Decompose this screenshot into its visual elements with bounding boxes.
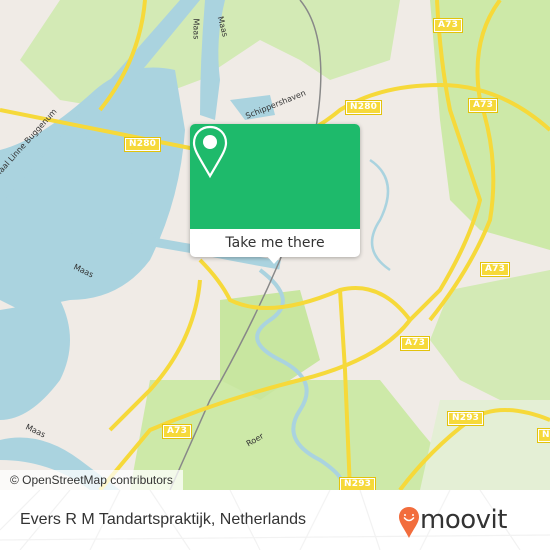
road-label-n280: N280: [344, 100, 383, 115]
road-label-n293: N293: [338, 477, 377, 490]
popup-header: [190, 124, 360, 229]
road-label-n280: N280: [123, 137, 162, 152]
moovit-wordmark: moovit: [420, 505, 507, 535]
road-label-a73: A73: [161, 424, 193, 439]
stream: [369, 158, 391, 272]
footer: Evers R M Tandartspraktijk, Netherlands …: [0, 490, 550, 550]
road-label-a73: A73: [399, 336, 431, 351]
location-pin-icon: [192, 125, 228, 179]
map[interactable]: A73 N280 N280 A73 A73 A73 A73 N293 N293 …: [0, 0, 550, 490]
place-name: Evers R M Tandartspraktijk, Netherlands: [20, 511, 307, 528]
lake: [0, 300, 70, 420]
road-label-a73: A73: [432, 18, 464, 33]
moovit-pin-smile-icon: [399, 507, 419, 538]
moovit-logo[interactable]: moovit: [398, 502, 548, 542]
location-popup: Take me there: [190, 124, 360, 264]
road-label-n5: N5: [536, 428, 550, 443]
road-label-a73: A73: [467, 98, 499, 113]
map-attribution[interactable]: © OpenStreetMap contributors: [0, 470, 183, 490]
water-label-maas: Maas: [191, 18, 201, 40]
forest-area: [430, 270, 550, 420]
popup-tail: [266, 255, 282, 264]
road-label-n293: N293: [446, 411, 485, 426]
take-me-there-button[interactable]: Take me there: [190, 229, 360, 257]
road-label-a73: A73: [479, 262, 511, 277]
